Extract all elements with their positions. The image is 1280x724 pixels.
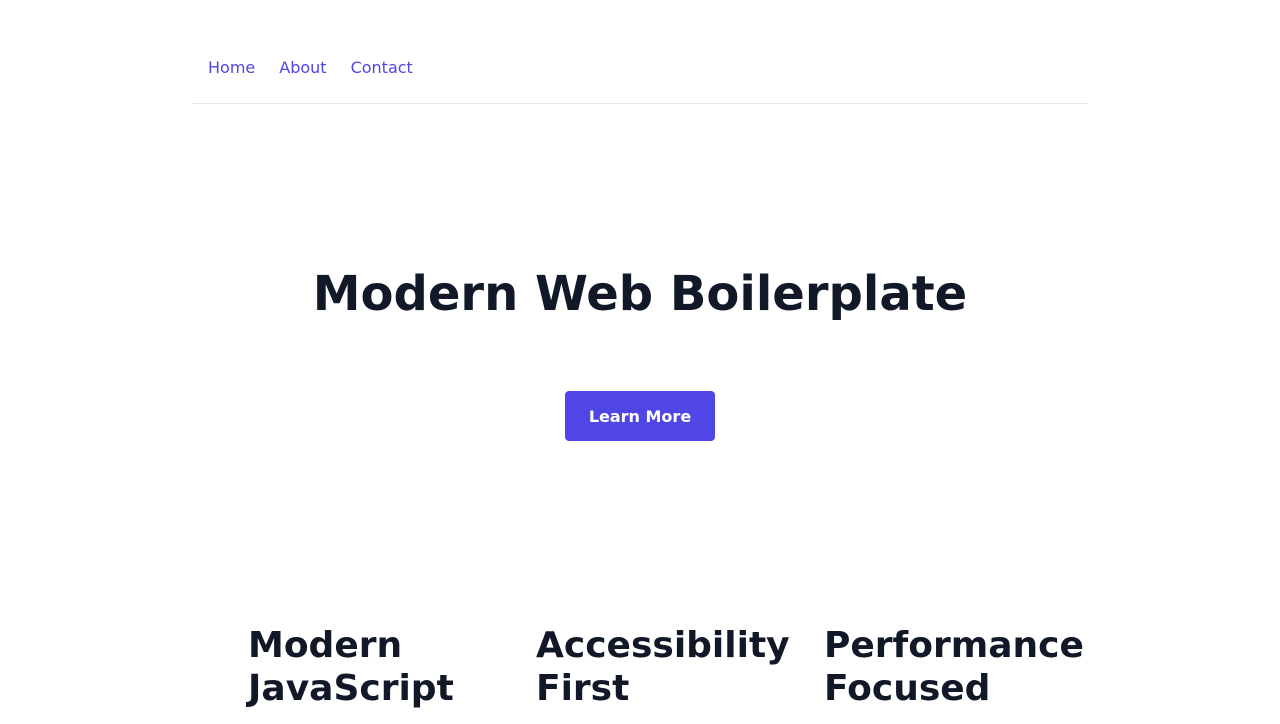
nav-links: Home About Contact [208, 58, 413, 78]
feature-modern-javascript: Modern JavaScript [248, 624, 528, 710]
feature-performance-focused: Performance Focused [824, 624, 1104, 710]
nav-item-about: About [279, 58, 326, 78]
feature-title: Accessibility First [536, 625, 790, 709]
feature-accessibility-first: Accessibility First [536, 624, 816, 710]
page-container: Home About Contact Modern Web Boilerplat… [192, 0, 1088, 720]
feature-title: Performance Focused [824, 625, 1084, 709]
nav-link-contact[interactable]: Contact [351, 58, 413, 77]
nav-item-home: Home [208, 58, 255, 78]
nav-link-about[interactable]: About [279, 58, 326, 77]
top-navigation: Home About Contact [192, 0, 1088, 104]
learn-more-button[interactable]: Learn More [565, 391, 715, 441]
features-section: Modern JavaScript Accessibility First Pe… [248, 624, 1088, 724]
feature-title: Modern JavaScript [248, 625, 454, 709]
hero-title: Modern Web Boilerplate [312, 266, 968, 322]
nav-link-home[interactable]: Home [208, 58, 255, 77]
hero-section: Modern Web Boilerplate Learn More [192, 104, 1088, 564]
nav-item-contact: Contact [351, 58, 413, 78]
